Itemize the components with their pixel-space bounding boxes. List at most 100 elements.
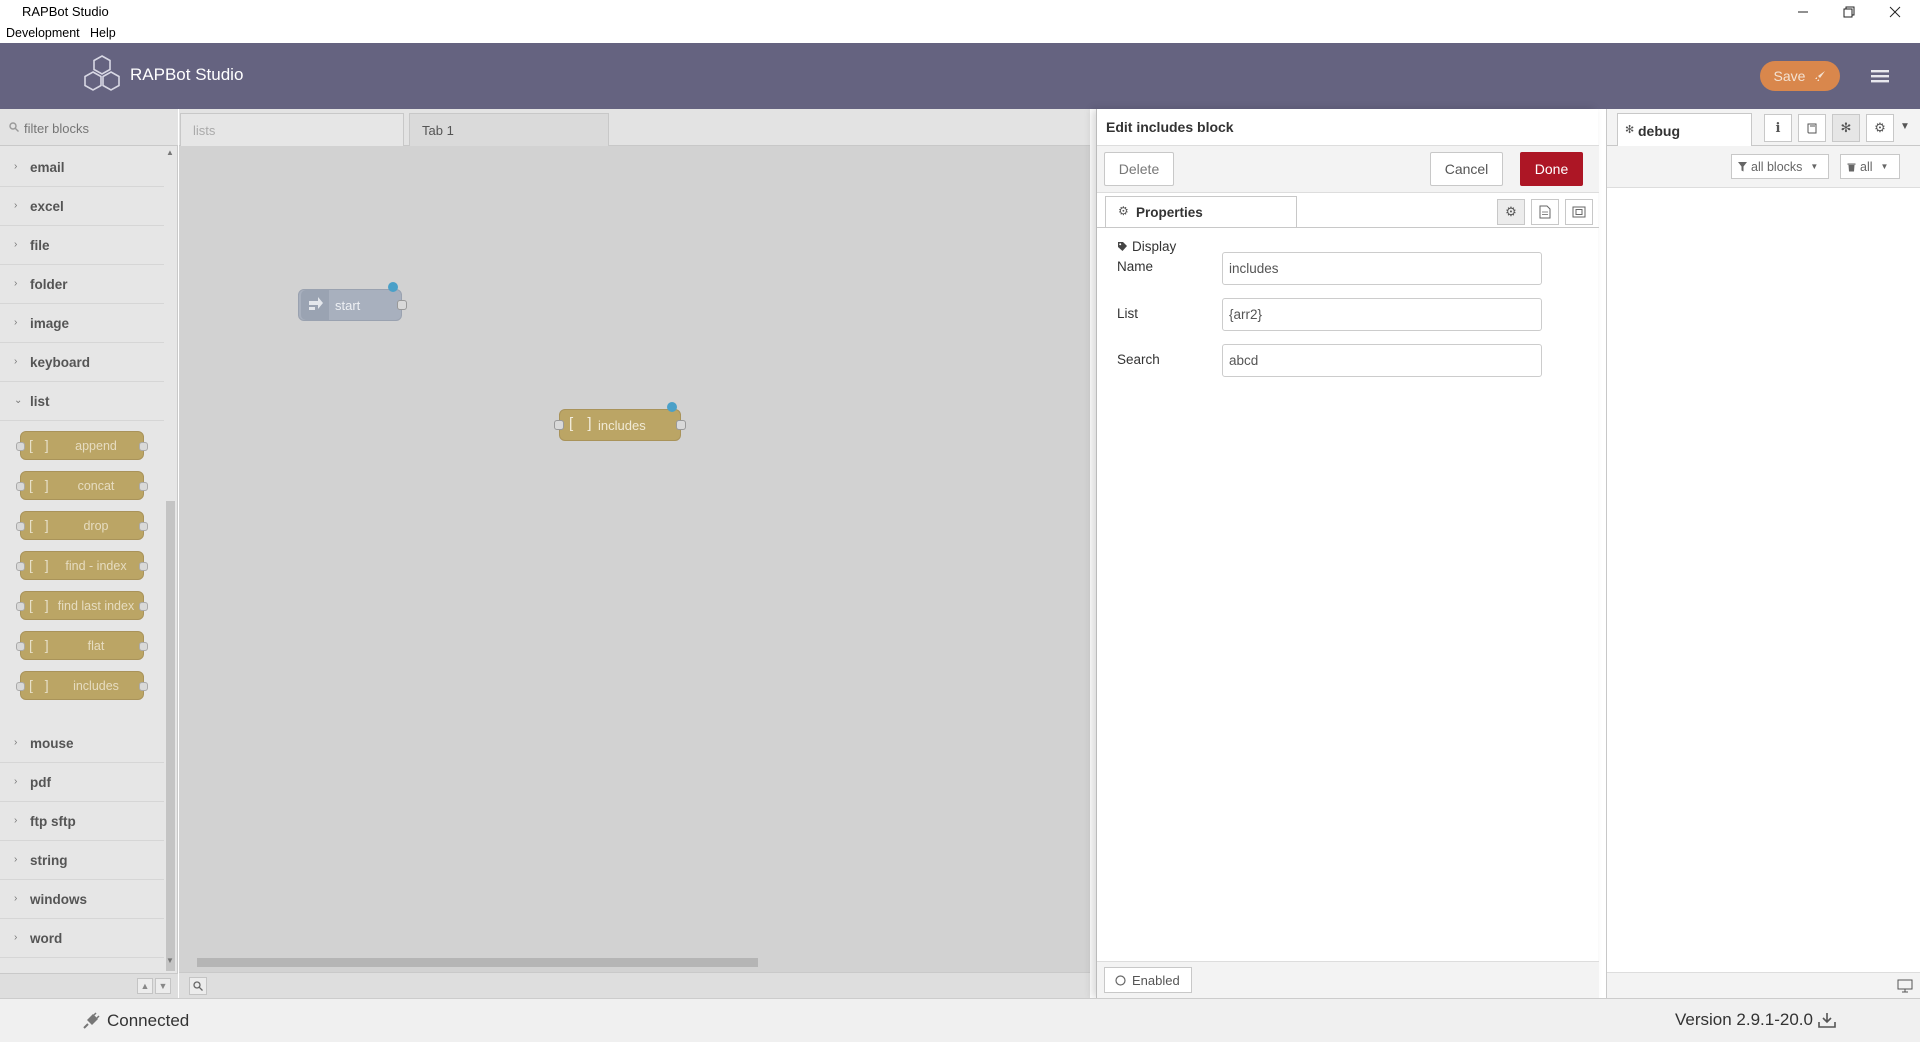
book-icon[interactable] <box>1798 114 1826 142</box>
palette-category-file[interactable]: › file <box>0 227 164 265</box>
save-button[interactable]: Save <box>1760 61 1840 91</box>
output-port <box>139 482 148 491</box>
input-port <box>16 602 25 611</box>
monitor-icon[interactable] <box>1897 979 1913 993</box>
collapse-all-icon[interactable]: ▲ <box>137 978 153 994</box>
output-port[interactable] <box>397 300 407 310</box>
palette-category-string[interactable]: › string <box>0 842 164 880</box>
app-title: RAPBot Studio <box>130 65 244 84</box>
list-input[interactable] <box>1222 298 1542 331</box>
input-port <box>16 682 25 691</box>
scroll-down-arrow-icon[interactable]: ▼ <box>166 956 174 965</box>
app-header: RAPBot Studio Save <box>0 43 1920 109</box>
palette-category-keyboard[interactable]: › keyboard <box>0 344 164 382</box>
palette-node-label: find - index <box>65 559 127 573</box>
enabled-label: Enabled <box>1132 972 1180 988</box>
connection-status: Connected <box>107 1011 190 1030</box>
search-flows-icon[interactable] <box>189 977 207 995</box>
palette-node-find-last-index[interactable]: [ ] find last index <box>16 591 148 620</box>
close-icon[interactable] <box>1872 0 1918 24</box>
flow-node-start[interactable]: start <box>298 282 407 321</box>
tab-debug[interactable]: ✻ debug <box>1617 113 1752 146</box>
filter-blocks-dropdown[interactable]: all blocks ▼ <box>1731 154 1829 179</box>
category-label: list <box>30 394 50 409</box>
palette-node-label: concat <box>77 479 115 493</box>
tag-icon <box>1118 242 1127 251</box>
plug-connected-icon <box>83 1012 100 1029</box>
palette-node-includes[interactable]: [ ] includes <box>16 671 148 700</box>
palette-scrollbar[interactable]: ▲ ▼ <box>164 146 176 971</box>
chevron-right-icon: › <box>14 161 18 172</box>
palette-category-folder[interactable]: › folder <box>0 266 164 304</box>
category-label: ftp sftp <box>30 814 76 829</box>
delete-button[interactable]: Delete <box>1104 152 1174 186</box>
flow-node-includes[interactable]: [ ] includes <box>554 402 686 441</box>
clear-debug-dropdown[interactable]: all ▼ <box>1840 154 1900 179</box>
scroll-up-arrow-icon[interactable]: ▲ <box>166 148 174 157</box>
trash-icon <box>1847 163 1856 171</box>
tab-tab-1[interactable]: Tab 1 <box>409 113 609 146</box>
done-button[interactable]: Done <box>1520 152 1583 186</box>
palette-node-append[interactable]: [ ] append <box>16 431 148 460</box>
tray-title: Edit includes block <box>1106 119 1234 135</box>
cancel-button[interactable]: Cancel <box>1430 152 1503 186</box>
tab-properties[interactable]: ⚙ Properties <box>1105 196 1297 228</box>
palette-category-windows[interactable]: › windows <box>0 881 164 919</box>
update-download-icon[interactable] <box>1818 1011 1836 1029</box>
palette-node-concat[interactable]: [ ] concat <box>16 471 148 500</box>
debug-bug-icon[interactable]: ✻ <box>1832 114 1860 142</box>
palette-category-image[interactable]: › image <box>0 305 164 343</box>
description-icon[interactable] <box>1531 199 1559 225</box>
edit-block-tray: Edit includes block Delete Cancel Done ⚙… <box>1096 109 1599 998</box>
info-icon[interactable]: i <box>1764 114 1792 142</box>
appearance-icon[interactable] <box>1565 199 1593 225</box>
display-name-input[interactable] <box>1222 252 1542 285</box>
chevron-right-icon: › <box>14 356 18 367</box>
category-label: email <box>30 160 65 175</box>
output-port[interactable] <box>676 420 686 430</box>
palette-node-find---index[interactable]: [ ] find - index <box>16 551 148 580</box>
palette-category-excel[interactable]: › excel <box>0 188 164 226</box>
input-port <box>16 442 25 451</box>
chevron-right-icon: › <box>14 893 18 904</box>
tab-lists[interactable]: lists <box>180 113 404 146</box>
horizontal-scroll-thumb[interactable] <box>197 958 758 967</box>
input-port <box>16 562 25 571</box>
category-label: image <box>30 316 70 331</box>
palette-node-drop[interactable]: [ ] drop <box>16 511 148 540</box>
circle-icon <box>1115 974 1126 986</box>
palette-category-mouse[interactable]: › mouse <box>0 725 164 763</box>
settings-gear-icon[interactable]: ⚙ <box>1866 114 1894 142</box>
done-button-label: Done <box>1534 161 1569 177</box>
palette-category-list[interactable]: ⌄ list <box>0 383 164 421</box>
restore-icon[interactable] <box>1826 0 1872 24</box>
search-value-input[interactable] <box>1222 344 1542 377</box>
output-port <box>139 562 148 571</box>
workspace-horizontal-scrollbar[interactable] <box>179 952 1090 972</box>
display-name-label-line2: Name <box>1117 259 1154 274</box>
expand-all-icon[interactable]: ▼ <box>155 978 171 994</box>
node-label: includes <box>598 418 646 433</box>
menu-help[interactable]: Help <box>90 26 116 40</box>
chevron-down-icon[interactable]: ▼ <box>1900 121 1910 132</box>
palette-category-pdf[interactable]: › pdf <box>0 764 164 802</box>
palette-category-ftp-sftp[interactable]: › ftp sftp <box>0 803 164 841</box>
list-label: List <box>1117 306 1139 321</box>
palette-scroll-thumb[interactable] <box>166 501 175 971</box>
output-port <box>139 522 148 531</box>
palette-node-label: append <box>75 439 117 453</box>
enabled-toggle[interactable]: Enabled <box>1104 967 1192 993</box>
filter-blocks-input[interactable] <box>6 118 166 138</box>
palette-category-word[interactable]: › word <box>0 920 164 958</box>
debug-toolbar: all blocks ▼ all ▼ <box>1607 146 1920 188</box>
category-label: keyboard <box>30 355 91 370</box>
node-settings-icon[interactable]: ⚙ <box>1497 199 1525 225</box>
flow-canvas[interactable]: start [ ] includes <box>179 146 1090 952</box>
category-label: string <box>30 853 68 868</box>
palette-category-email[interactable]: › email <box>0 149 164 187</box>
input-port[interactable] <box>554 420 564 430</box>
hamburger-menu-icon[interactable] <box>1868 63 1892 89</box>
minimize-icon[interactable] <box>1780 0 1826 24</box>
palette-node-flat[interactable]: [ ] flat <box>16 631 148 660</box>
menu-development[interactable]: Development <box>6 26 80 40</box>
